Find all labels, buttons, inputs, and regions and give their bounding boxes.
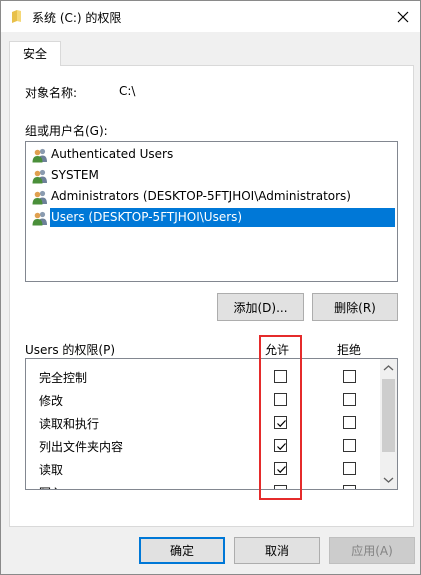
apply-button[interactable]: 应用(A) bbox=[329, 537, 415, 564]
user-name: Administrators (DESKTOP-5FTJHOI\Administ… bbox=[51, 189, 351, 203]
user-list[interactable]: Authenticated Users SYSTEM Administrators … bbox=[25, 141, 398, 282]
scroll-down-arrow-icon[interactable] bbox=[383, 475, 394, 486]
users-group-icon bbox=[32, 148, 47, 162]
remove-button-label: 删除(R) bbox=[334, 300, 376, 315]
allow-checkbox[interactable] bbox=[274, 370, 287, 383]
ok-button-label: 确定 bbox=[169, 544, 194, 558]
permission-row: 列出文件夹内容 bbox=[26, 434, 381, 457]
ok-button[interactable]: 确定 bbox=[139, 537, 225, 564]
scroll-thumb[interactable] bbox=[382, 379, 395, 452]
users-group-icon bbox=[32, 211, 47, 225]
deny-checkbox[interactable] bbox=[343, 416, 356, 429]
permissions-list[interactable]: 写入 读取 列出文件夹内容读取和执行 修改 完全控制 bbox=[25, 358, 398, 490]
remove-button[interactable]: 删除(R) bbox=[312, 293, 398, 321]
cancel-button-label: 取消 bbox=[264, 544, 289, 558]
object-name-label: 对象名称: bbox=[25, 86, 78, 100]
close-icon bbox=[397, 11, 409, 22]
deny-checkbox[interactable] bbox=[343, 393, 356, 406]
permission-row: 写入 bbox=[26, 480, 381, 489]
apply-button-label: 应用(A) bbox=[351, 544, 393, 558]
cancel-button[interactable]: 取消 bbox=[234, 537, 320, 564]
allow-checkbox[interactable] bbox=[274, 393, 287, 406]
permission-name: 读取和执行 bbox=[39, 417, 100, 431]
permission-row: 读取 bbox=[26, 457, 381, 480]
permission-name: 列出文件夹内容 bbox=[39, 440, 124, 454]
permission-name: 完全控制 bbox=[39, 371, 88, 385]
user-list-item[interactable]: SYSTEM bbox=[28, 165, 395, 186]
permission-name: 写入 bbox=[39, 484, 63, 489]
permission-row: 读取和执行 bbox=[26, 411, 381, 434]
deny-checkbox[interactable] bbox=[343, 485, 356, 489]
users-group-icon bbox=[32, 169, 47, 183]
checkmark-icon bbox=[277, 420, 286, 428]
deny-header: 拒绝 bbox=[337, 343, 362, 357]
user-name: Authenticated Users bbox=[51, 147, 174, 161]
permissions-scrollbar[interactable] bbox=[380, 359, 397, 489]
title-bar[interactable]: 系统 (C:) 的权限 bbox=[1, 1, 420, 32]
user-list-item[interactable]: Administrators (DESKTOP-5FTJHOI\Administ… bbox=[28, 186, 395, 207]
allow-header: 允许 bbox=[265, 343, 290, 357]
scroll-up-arrow-icon[interactable] bbox=[383, 363, 394, 374]
tab-security-label: 安全 bbox=[22, 46, 47, 61]
user-list-item[interactable]: Authenticated Users bbox=[28, 144, 395, 165]
close-button[interactable] bbox=[386, 1, 420, 32]
permission-name: 读取 bbox=[39, 463, 64, 477]
user-name: Users (DESKTOP-5FTJHOI\Users) bbox=[50, 208, 395, 227]
permissions-label: Users 的权限(P) bbox=[25, 343, 116, 357]
allow-checkbox[interactable] bbox=[274, 462, 287, 475]
deny-checkbox[interactable] bbox=[343, 439, 356, 452]
users-group-icon bbox=[32, 190, 47, 204]
add-button-label: 添加(D)... bbox=[233, 300, 288, 315]
allow-checkbox[interactable] bbox=[274, 416, 287, 429]
permission-row: 完全控制 bbox=[26, 365, 381, 388]
deny-checkbox[interactable] bbox=[343, 370, 356, 383]
allow-checkbox[interactable] bbox=[274, 485, 287, 489]
checkmark-icon bbox=[277, 443, 286, 451]
permissions-dialog: 系统 (C:) 的权限 安全 对象名称: C:\ 组或用户名(G): Authe… bbox=[0, 0, 421, 575]
user-list-item[interactable]: Users (DESKTOP-5FTJHOI\Users) bbox=[28, 207, 395, 228]
tab-security[interactable]: 安全 bbox=[9, 41, 61, 66]
add-button[interactable]: 添加(D)... bbox=[217, 293, 304, 321]
permission-row: 修改 bbox=[26, 388, 381, 411]
window-title: 系统 (C:) 的权限 bbox=[32, 11, 122, 25]
user-name: SYSTEM bbox=[51, 168, 99, 182]
object-name-value: C:\ bbox=[119, 84, 136, 98]
deny-checkbox[interactable] bbox=[343, 462, 356, 475]
allow-checkbox[interactable] bbox=[274, 439, 287, 452]
checkmark-icon bbox=[277, 466, 286, 474]
folder-icon bbox=[12, 10, 21, 23]
groups-label: 组或用户名(G): bbox=[25, 124, 108, 138]
permission-name: 修改 bbox=[39, 394, 64, 408]
